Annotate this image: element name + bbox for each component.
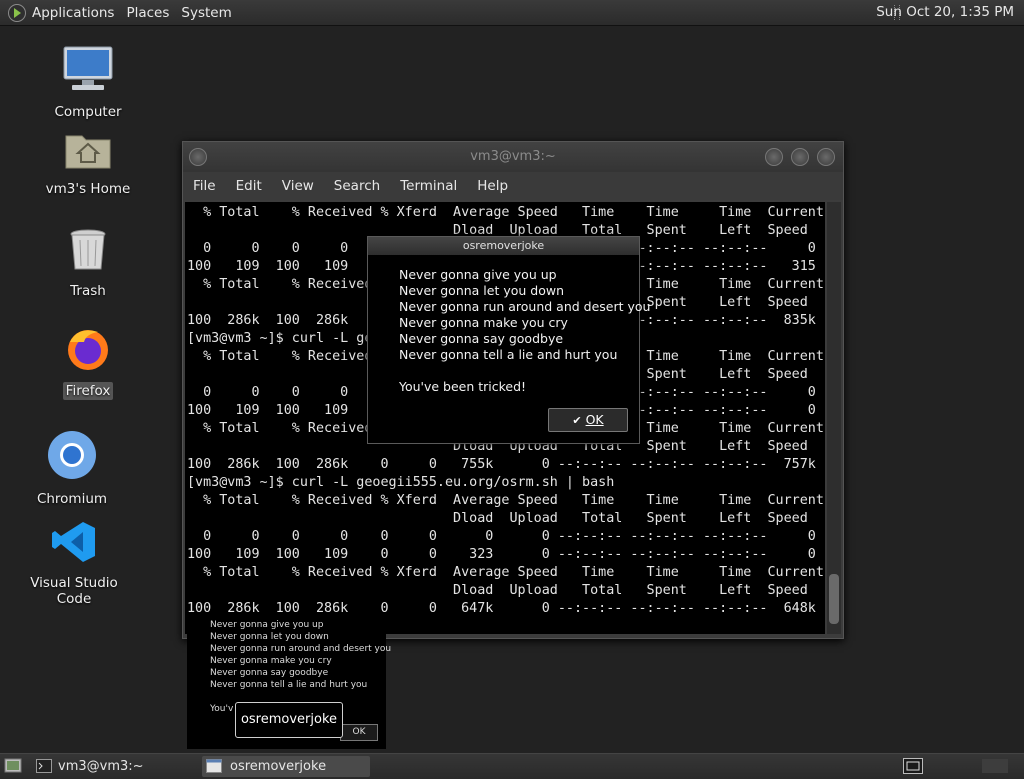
- window-icon: [206, 759, 222, 773]
- window-title[interactable]: vm3@vm3:~: [183, 142, 843, 172]
- menu-places[interactable]: Places: [120, 5, 175, 21]
- taskbar-item-osremoverjoke[interactable]: osremoverjoke: [202, 756, 370, 777]
- scrollbar-thumb[interactable]: [829, 574, 839, 624]
- maximize-button[interactable]: [791, 148, 809, 166]
- terminal-icon: [36, 759, 52, 773]
- workspace-2[interactable]: [982, 759, 1008, 773]
- menu-view[interactable]: View: [272, 178, 324, 194]
- menu-system[interactable]: System: [175, 5, 237, 21]
- taskbar-label: vm3@vm3:~: [58, 759, 144, 774]
- menu-file[interactable]: File: [183, 178, 226, 194]
- dialog-line: Never gonna give you up: [399, 267, 557, 282]
- terminal-menubar: File Edit View Search Terminal Help: [183, 172, 843, 200]
- desktop-icon-trash[interactable]: Trash: [28, 228, 148, 300]
- home-folder-icon: [65, 135, 111, 169]
- trash-icon: [70, 229, 106, 270]
- preview-line: Never gonna say goodbye: [210, 668, 329, 678]
- dialog-line: Never gonna let you down: [399, 283, 565, 298]
- menu-terminal[interactable]: Terminal: [390, 178, 467, 194]
- close-button[interactable]: [817, 148, 835, 166]
- chromium-icon: [48, 431, 96, 479]
- window-menu-icon[interactable]: [189, 148, 207, 166]
- applications-menu-icon[interactable]: [8, 3, 26, 22]
- desktop-icon-vscode[interactable]: Visual Studio Code: [14, 520, 134, 608]
- preview-line: Never gonna tell a lie and hurt you: [210, 680, 368, 690]
- taskbar-item-terminal[interactable]: vm3@vm3:~: [36, 756, 196, 777]
- desktop-icon-chromium[interactable]: Chromium: [12, 430, 132, 508]
- dialog-line: Never gonna tell a lie and hurt you: [399, 347, 618, 362]
- preview-line: Never gonna run around and desert you: [210, 644, 392, 654]
- vscode-icon: [52, 522, 95, 562]
- message-dialog[interactable]: osremoverjoke Never gonna give you up Ne…: [367, 236, 650, 444]
- ok-button[interactable]: ✔ OK: [548, 408, 628, 432]
- preview-line: Never gonna let you down: [210, 632, 329, 642]
- desktop-icon-home[interactable]: vm3's Home: [28, 128, 148, 198]
- desktop-icon-label: Visual Studio Code: [30, 575, 118, 607]
- preview-ok-button: OK: [340, 724, 378, 741]
- workspace-switcher-icon[interactable]: [903, 758, 923, 774]
- scrollbar[interactable]: [827, 202, 841, 634]
- bottom-panel: vm3@vm3:~ osremoverjoke: [0, 753, 1024, 779]
- desktop-icon-label: Chromium: [36, 491, 108, 507]
- desktop-icon-label: Firefox: [62, 382, 114, 400]
- desktop-icon-label: Trash: [70, 283, 106, 299]
- dialog-line: Never gonna run around and desert you: [399, 299, 651, 314]
- preview-line: Never gonna give you up: [210, 620, 324, 630]
- desktop-icon-label: vm3's Home: [45, 181, 131, 197]
- preview-line: Never gonna make you cry: [210, 656, 332, 666]
- menu-help[interactable]: Help: [467, 178, 518, 194]
- menu-search[interactable]: Search: [324, 178, 390, 194]
- menu-edit[interactable]: Edit: [226, 178, 272, 194]
- firefox-icon: [68, 330, 108, 370]
- preview-message: Never gonna give you up Never gonna let …: [210, 619, 391, 691]
- desktop-icon-label: Computer: [54, 104, 122, 120]
- ok-check-icon: ✔: [572, 414, 582, 427]
- taskbar-label: osremoverjoke: [230, 759, 327, 774]
- dialog-footer: You've been tricked!: [399, 379, 527, 394]
- show-desktop-icon[interactable]: [4, 758, 22, 774]
- dialog-line: Never gonna say goodbye: [399, 331, 564, 346]
- dialog-message: Never gonna give you up Never gonna let …: [399, 267, 650, 395]
- preview-footer: You'v: [210, 704, 234, 714]
- menu-applications[interactable]: Applications: [26, 5, 120, 21]
- computer-icon: [63, 46, 113, 90]
- top-panel: Applications Places System Sun Oct 20, 1…: [0, 0, 1024, 26]
- desktop-icon-firefox[interactable]: Firefox: [28, 326, 148, 400]
- dialog-line: Never gonna make you cry: [399, 315, 568, 330]
- ok-label: OK: [585, 412, 604, 427]
- taskbar-tooltip: osremoverjoke: [235, 702, 343, 738]
- desktop-icon-computer[interactable]: Computer: [28, 45, 148, 121]
- dialog-title[interactable]: osremoverjoke: [368, 237, 639, 255]
- minimize-button[interactable]: [765, 148, 783, 166]
- clock[interactable]: Sun Oct 20, 1:35 PM: [876, 4, 1014, 20]
